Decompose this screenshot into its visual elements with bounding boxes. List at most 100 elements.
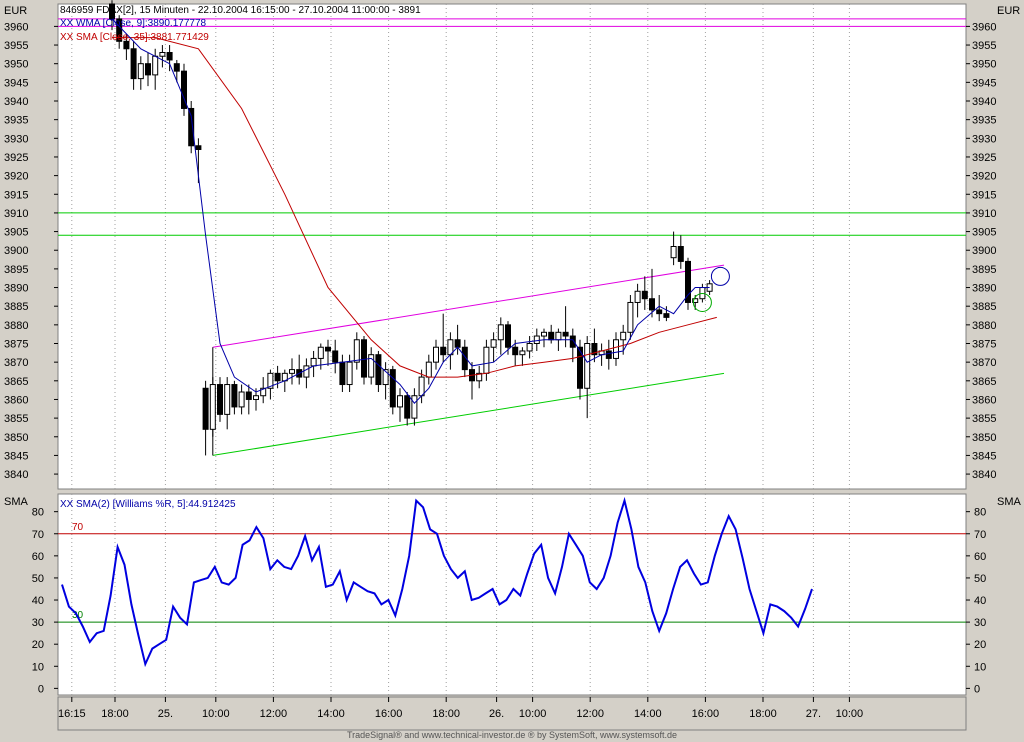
indicator-tick-label-left: 20	[32, 639, 44, 651]
indicator-tick-label-right: 10	[974, 661, 986, 673]
candle-body-up	[555, 331, 562, 341]
candle-body-up	[253, 395, 259, 400]
indicator-tick-label-left: 10	[32, 661, 44, 673]
price-tick-label-right: 3860	[972, 394, 996, 406]
candle-body-down	[145, 63, 151, 76]
indicator-tick-label-right: 30	[974, 617, 986, 629]
price-tick-label-right: 3935	[972, 115, 996, 127]
price-tick-label-left: 3950	[4, 59, 28, 71]
candle-body-up	[497, 324, 504, 341]
legend-wma-prefix: XX	[60, 18, 74, 29]
candle-body-down	[339, 361, 346, 386]
indicator-tick-label-left: 80	[32, 507, 44, 519]
price-tick-label-right: 3900	[972, 245, 996, 257]
currency-left-label: EUR	[4, 5, 27, 17]
indicator-tick-label-left: 70	[32, 529, 44, 541]
candle-body-up	[159, 52, 166, 57]
price-tick-label-right: 3890	[972, 283, 996, 295]
candle-body-down	[562, 331, 569, 337]
price-tick-label-left: 3905	[4, 227, 28, 239]
candle-body-up	[533, 335, 540, 344]
candle-body-down	[389, 369, 396, 408]
candle-body-down	[332, 350, 339, 363]
instrument-line: 846959 FDAX[2], 15 Minuten - 22.10.2004 …	[60, 5, 421, 16]
price-tick-label-left: 3940	[4, 96, 28, 108]
time-tick-label: 10:00	[519, 708, 547, 720]
price-tick-label-right: 3945	[972, 77, 996, 89]
footer-credit: TradeSignal® and www.technical-investor.…	[346, 730, 678, 740]
currency-right-label: EUR	[997, 5, 1020, 17]
candle-body-up	[137, 63, 144, 80]
candle-body-down	[649, 298, 655, 311]
time-tick-label: 14:00	[317, 708, 345, 720]
time-tick-label: 16:00	[375, 708, 403, 720]
candle-body-down	[130, 48, 137, 80]
price-tick-label-left: 3845	[4, 450, 28, 462]
candle-body-up	[620, 331, 627, 341]
price-tick-label-left: 3840	[4, 469, 28, 481]
price-tick-label-left: 3875	[4, 339, 28, 351]
candle-body-up	[670, 246, 677, 259]
indicator-tick-label-left: 0	[38, 683, 44, 695]
time-tick-label: 10:00	[202, 708, 230, 720]
candle-body-down	[202, 387, 209, 430]
price-tick-label-left: 3855	[4, 413, 28, 425]
candle-body-up	[303, 365, 310, 378]
candle-body-down	[245, 391, 252, 400]
indicator-tick-label-right: 70	[974, 529, 986, 541]
candle-body-down	[375, 354, 382, 386]
time-tick-label: 10:00	[836, 708, 864, 720]
candle-body-down	[195, 145, 202, 150]
candle-body-down	[641, 290, 648, 300]
time-tick-label: 26.	[489, 708, 504, 720]
candle-body-down	[663, 313, 670, 318]
candle-body-up	[353, 339, 360, 363]
candle-body-up	[397, 395, 403, 408]
time-tick-label: 18:00	[432, 708, 460, 720]
indicator-tick-label-right: 20	[974, 639, 986, 651]
time-tick-label: 16:00	[692, 708, 720, 720]
candle-body-up	[418, 376, 425, 397]
time-tick-label: 25.	[158, 708, 173, 720]
price-tick-label-left: 3910	[4, 208, 28, 220]
candle-body-up	[224, 384, 231, 415]
price-tick-label-left: 3925	[4, 152, 28, 164]
price-tick-label-right: 3870	[972, 357, 996, 369]
candle-body-up	[541, 331, 547, 337]
price-tick-label-right: 3930	[972, 133, 996, 145]
legend-wma-text: WMA [Close, 9]:3890.177778	[76, 18, 207, 29]
indicator-legend-prefix: XX	[60, 499, 74, 510]
candle-body-up	[289, 369, 295, 374]
price-tick-label-left: 3870	[4, 357, 28, 369]
candle-body-down	[656, 309, 663, 315]
price-panel	[57, 3, 967, 490]
candle-body-up	[425, 361, 432, 378]
candle-body-down	[512, 346, 519, 356]
candle-body-down	[231, 384, 238, 408]
price-tick-label-right: 3955	[972, 40, 996, 52]
candle-body-down	[548, 331, 555, 341]
price-tick-label-left: 3955	[4, 40, 28, 52]
candle-body-up	[613, 339, 619, 359]
candle-body-down	[404, 395, 411, 419]
candle-body-up	[310, 357, 317, 367]
indicator-panel	[57, 493, 967, 696]
price-tick-label-left: 3865	[4, 376, 28, 388]
price-tick-label-left: 3935	[4, 115, 28, 127]
candle-body-down	[173, 63, 180, 72]
price-tick-label-right: 3855	[972, 413, 996, 425]
price-tick-label-left: 3850	[4, 432, 28, 444]
candle-body-down	[605, 350, 612, 359]
price-tick-label-right: 3885	[972, 301, 996, 313]
indicator-tick-label-right: 50	[974, 573, 986, 585]
candle-body-up	[238, 391, 245, 408]
price-tick-label-right: 3960	[972, 21, 996, 33]
candle-body-down	[440, 346, 447, 356]
price-tick-label-left: 3860	[4, 394, 28, 406]
price-tick-label-left: 3930	[4, 133, 28, 145]
indicator-tick-label-left: 40	[32, 595, 44, 607]
candle-body-down	[166, 52, 173, 61]
candle-body-down	[677, 246, 684, 262]
time-tick-label: 14:00	[634, 708, 662, 720]
candle-body-up	[433, 346, 439, 363]
